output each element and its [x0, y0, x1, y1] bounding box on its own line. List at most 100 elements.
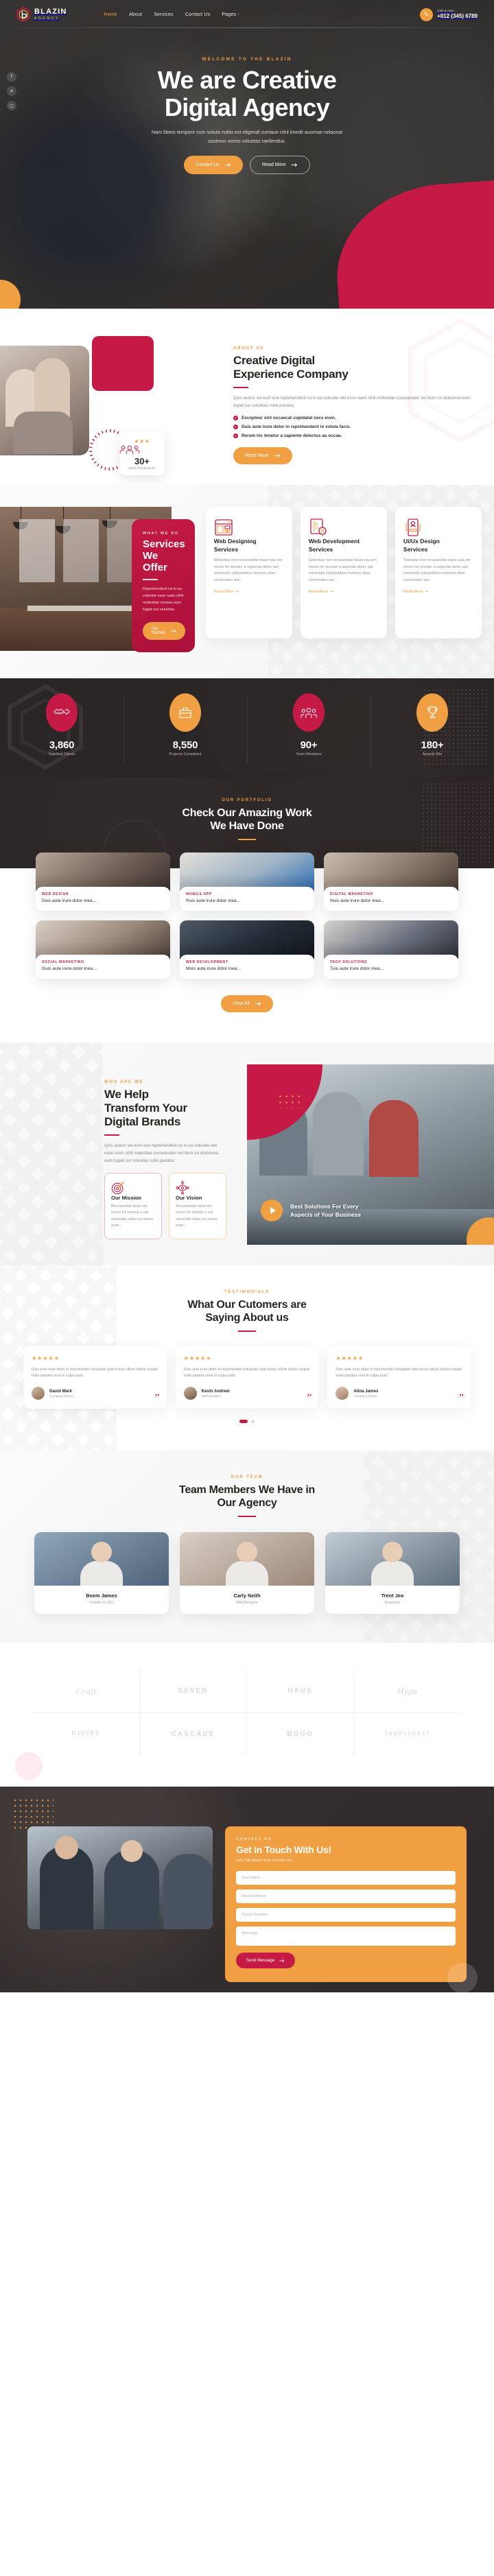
email-field[interactable]: Email Address [236, 1889, 456, 1904]
transform-divider [104, 1134, 119, 1136]
about-text: ABOUT US Creative Digital Experience Com… [233, 336, 478, 464]
stat-value: 3,860 [49, 739, 75, 751]
vision-text: Gecusandae itaue em rerum hic tenetur a … [176, 1204, 218, 1228]
stat-value: 180+ [421, 739, 444, 751]
portfolio-thumbnail [36, 852, 170, 891]
transform-dot-decoration [277, 1093, 302, 1108]
video-cta[interactable]: Best Solutions For Every Aspects of Your… [261, 1199, 361, 1221]
logo[interactable]: BLAZIN AGENCY [16, 7, 67, 22]
name-field[interactable]: Your Name [236, 1871, 456, 1885]
testimonials-title-line2: Saying About us [205, 1311, 289, 1324]
services-intro-card: WHAT WE DO Services We Offer Reprehender… [132, 519, 195, 652]
checklist-text: Excepteur sint occaecat cupidatat noru e… [242, 416, 336, 420]
client-logo[interactable]: logotypist [354, 1713, 461, 1755]
play-icon[interactable] [261, 1199, 283, 1221]
testimonial-text: Duis aute irure dolor in reprehender vol… [32, 1367, 158, 1379]
member-name: Carly Neith [233, 1593, 261, 1599]
client-logo[interactable]: CASCADE [140, 1713, 247, 1756]
portfolio-title-text: Ruis aute irure dolor inea... [186, 898, 241, 903]
team-member-card[interactable]: Trent Jeo Developer [325, 1532, 460, 1614]
contact-photo [27, 1826, 213, 1930]
service-card-title: Ui/Ux Design Services [403, 537, 473, 553]
service-card-uiux-design[interactable]: Ui/Ux Design Services Tolestiae non recu… [395, 507, 482, 639]
call-us-widget[interactable]: Call us now: +012 (345) 6789 [420, 8, 478, 21]
nav-item-pages[interactable]: Pages - [222, 12, 239, 17]
hero-readmore-button[interactable]: Read More [249, 156, 310, 174]
social-sidebar: f ✐ ▢ [7, 72, 16, 110]
team-member-card[interactable]: Beem James Founder & CEO [34, 1532, 169, 1614]
eye-vision-icon [176, 1181, 220, 1195]
team-member-card[interactable]: Carly Neith Web Designer [180, 1532, 314, 1614]
portfolio-card[interactable]: DIGITAL MAKRETINO Nuis aute irure dolor … [324, 852, 458, 911]
stat-value: 90+ [300, 739, 318, 751]
nav-item-services[interactable]: Services [154, 12, 173, 17]
portfolio-card[interactable]: WEB DEVELOPMENT Muis aute irure dolor in… [180, 920, 314, 979]
client-logo[interactable]: RIEKER [33, 1713, 140, 1756]
team-section: OUR TEAM Team Members We Have in Our Age… [0, 1451, 494, 1643]
blazin-logo-icon [16, 7, 30, 22]
service-card-text: Tolestiae non recusandae itaue eau em re… [403, 558, 471, 582]
page-root: BLAZIN AGENCY Home About Services Contac… [0, 0, 494, 1993]
call-text-block: Call us now: +012 (345) 6789 [437, 9, 478, 20]
hero-contact-button[interactable]: Contact Us [184, 156, 243, 174]
stat-label: Projects Completed [169, 752, 202, 756]
portfolio-title-text: Guis aute irure dolor inea... [42, 966, 97, 971]
client-logo[interactable]: SEVEN [140, 1670, 247, 1713]
contact-title: Get in Touch With Us! [236, 1844, 456, 1855]
pagination-dot[interactable] [251, 1420, 255, 1424]
services-title: Services We Offer [143, 538, 185, 573]
transform-text-column: WHO ARE WE We Help Transform Your Digita… [0, 1042, 247, 1265]
testimonial-author: Alina James Company Owner [336, 1387, 462, 1400]
contact-title-line1: Get in Touch [236, 1844, 292, 1856]
client-logo[interactable]: BOGO [247, 1713, 354, 1756]
client-logo[interactable]: Craft [33, 1670, 140, 1713]
send-message-button[interactable]: Send Message [236, 1953, 296, 1969]
stat-label: Awards Win [422, 752, 443, 756]
service-title-line1: Ui/Ux Design [403, 538, 440, 545]
twitter-icon[interactable]: ✐ [7, 86, 16, 96]
arrow-right-icon [255, 1001, 261, 1006]
portfolio-section: OUR PORTFOLIO Check Our Amazing Work We … [0, 778, 494, 1042]
client-logo[interactable]: HAUS [247, 1670, 354, 1713]
member-info: Carly Neith Web Designer [180, 1586, 314, 1614]
nav-item-about[interactable]: About [129, 12, 142, 17]
portfolio-divider [238, 839, 256, 840]
service-card-web-designing[interactable]: Web Designing Services Molestiae non rec… [205, 507, 292, 639]
member-role: Founder & CEO [89, 1601, 114, 1606]
arrow-right-icon [291, 163, 298, 167]
checklist-text: Duis aute irure dolor in reprehenderit i… [242, 425, 351, 429]
client-logo-name: logotypist [384, 1730, 432, 1738]
service-readmore-link[interactable]: Read More ➞ [309, 590, 334, 594]
stat-awards-win: 180+ Awards Win [370, 693, 494, 765]
portfolio-kicker: OUR PORTFOLIO [222, 798, 272, 802]
list-item: ✓ Rerum hic tenetur a sapiente delectus … [233, 433, 478, 438]
portfolio-card[interactable]: SOCIAL MARKETINO Guis aute irure dolor i… [36, 920, 170, 979]
view-all-button[interactable]: View All [221, 995, 273, 1012]
about-title-line1: Creative Digital [233, 354, 315, 367]
service-card-web-development[interactable]: Web Development Services Golestiae non r… [300, 507, 387, 639]
our-vision-box: Our Vision Gecusandae itaue em rerum hic… [169, 1173, 226, 1239]
badge-stars: ★★★ [134, 438, 150, 444]
pagination-dot-active[interactable] [239, 1420, 248, 1424]
contact-form[interactable]: CONTACT US Get in Touch With Us! Lets Ta… [225, 1826, 478, 1993]
phone-field[interactable]: Phone Number [236, 1908, 456, 1922]
service-title-line2: Services [403, 546, 428, 553]
nav-item-contact-us[interactable]: Contact Us [185, 12, 211, 17]
message-field[interactable]: Message [236, 1927, 456, 1946]
portfolio-card[interactable]: TECH SOLUTIONS Tuis aute irure dolor ine… [324, 920, 458, 979]
portfolio-card[interactable]: MOBILE APP Ruis aute irure dolor inea... [180, 852, 314, 911]
facebook-icon[interactable]: f [7, 72, 16, 82]
hero-title: We are Creative Digital Agency [0, 67, 494, 121]
portfolio-heading: OUR PORTFOLIO Check Our Amazing Work We … [0, 798, 494, 840]
nav-item-home[interactable]: Home [104, 12, 117, 17]
service-readmore-link[interactable]: Read More ➞ [214, 590, 239, 594]
about-readmore-button[interactable]: Read More [233, 447, 292, 464]
get-started-button[interactable]: Get Started [143, 622, 185, 640]
transform-video-column[interactable]: Best Solutions For Every Aspects of Your… [247, 1064, 494, 1245]
portfolio-card[interactable]: WEB DESIGN Duis aute irure dolor inea... [36, 852, 170, 911]
hero-paragraph: Nam libero tempore cum soluta nobis est … [151, 129, 343, 144]
transform-title-line1: We Help [104, 1088, 149, 1101]
service-readmore-link[interactable]: Read More ➞ [403, 590, 429, 594]
instagram-icon[interactable]: ▢ [7, 101, 16, 110]
client-logo[interactable]: Hype [354, 1670, 461, 1713]
